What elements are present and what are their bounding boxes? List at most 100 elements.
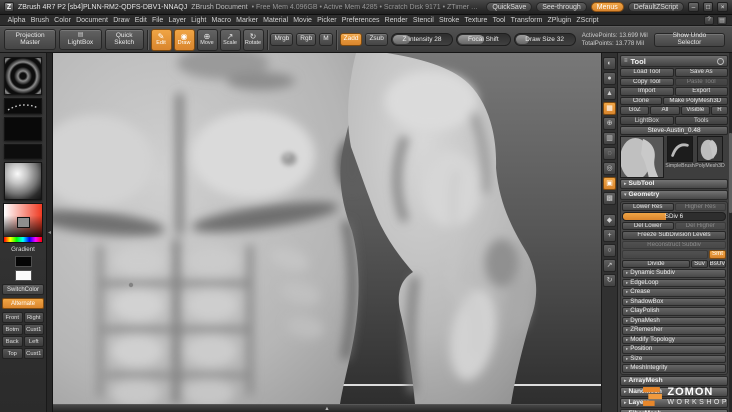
clone-button[interactable]: Clone (620, 96, 662, 105)
local-symmetry-icon[interactable]: ⊕ (603, 117, 616, 130)
subpalette-header[interactable]: ShadowBox (622, 297, 726, 306)
subtool-section-header[interactable]: SubTool (620, 178, 728, 189)
move-mode-button[interactable]: ⊕ Move (196, 28, 218, 51)
subpalette-header[interactable]: Size (622, 354, 726, 363)
make-polymesh3d-button[interactable]: Make PolyMesh3D (662, 96, 728, 105)
copy-tool-button[interactable]: Copy Tool (620, 77, 674, 86)
menu-item[interactable]: Material (261, 17, 291, 24)
menu-item[interactable]: Picker (315, 17, 340, 24)
transparency-icon[interactable]: ▥ (603, 132, 616, 145)
view-button[interactable]: Left (23, 336, 44, 347)
projection-master-button[interactable]: Projection Master (4, 29, 57, 50)
higher-res-button[interactable]: Higher Res (674, 202, 726, 211)
subpalette-header[interactable]: ZRemesher (622, 326, 726, 335)
menu-item[interactable]: ZPlugin (545, 17, 574, 24)
lower-res-button[interactable]: Lower Res (622, 202, 674, 211)
load-tool-button[interactable]: Load Tool (620, 68, 674, 77)
rotate-mode-button[interactable]: ↻ Rotate (242, 28, 264, 51)
tool-palette-header[interactable]: ≡ Tool (620, 55, 728, 67)
secondary-color-swatch[interactable] (14, 256, 32, 267)
view-button[interactable]: Right (23, 312, 44, 323)
color-picker[interactable] (3, 203, 43, 243)
smt-toggle[interactable]: Smt (709, 250, 726, 259)
show-undo-selector-button[interactable]: Show Undo Selector (653, 32, 726, 47)
paste-tool-button[interactable]: Paste Tool (674, 77, 728, 86)
menu-item[interactable]: Movie (291, 17, 315, 24)
zsub-button[interactable]: Zsub (365, 33, 388, 46)
import-button[interactable]: Import (620, 87, 674, 96)
mrgb-button[interactable]: Mrgb (270, 33, 294, 46)
ghost-icon[interactable]: ◌ (603, 147, 616, 160)
solo-icon[interactable]: ◎ (603, 162, 616, 175)
recent-tool-polymesh3d[interactable] (697, 135, 723, 162)
silhouette-icon[interactable]: ◆ (603, 214, 616, 227)
geometry-section-header[interactable]: Geometry (620, 189, 728, 200)
menu-item[interactable]: Preferences (339, 17, 382, 24)
switch-color-button[interactable]: SwitchColor (2, 284, 44, 295)
menu-item[interactable]: Draw (111, 17, 133, 24)
menu-item[interactable]: ZScript (574, 17, 601, 24)
alternate-button[interactable]: Alternate (2, 298, 44, 309)
hue-strip[interactable] (4, 237, 42, 242)
scale-doc-icon[interactable]: ↗ (603, 259, 616, 272)
menu-item[interactable]: Stencil (410, 17, 436, 24)
rgb-button[interactable]: Rgb (296, 33, 317, 46)
layout-icon[interactable]: ▤ (717, 15, 727, 25)
frame-icon[interactable]: ▣ (603, 177, 616, 190)
scale-mode-button[interactable]: ↗ Scale (219, 28, 241, 51)
subpalette-header[interactable]: Modify Topology (622, 335, 726, 344)
minimize-button[interactable]: – (688, 2, 699, 12)
quick-sketch-button[interactable]: Quick Sketch (104, 29, 144, 50)
default-zscript-button[interactable]: DefaultZScript (627, 2, 685, 12)
menu-item[interactable]: Layer (166, 17, 189, 24)
close-button[interactable]: × (717, 2, 729, 12)
menu-item[interactable]: Transform (508, 17, 545, 24)
menu-item[interactable]: Stroke (436, 17, 461, 24)
focal-shift-slider[interactable]: Focal Shift (456, 33, 511, 46)
current-material-thumbnail[interactable] (4, 162, 42, 200)
lightbox-path-target[interactable]: Tools (674, 115, 728, 125)
zadd-button[interactable]: Zadd (339, 33, 363, 46)
maximize-button[interactable]: □ (702, 2, 714, 12)
recent-tool-simplebrush[interactable] (667, 135, 693, 162)
zoom-doc-icon[interactable]: ○ (603, 244, 616, 257)
palette-section-header[interactable]: FiberMesh (620, 408, 728, 412)
menu-item[interactable]: Render (382, 17, 410, 24)
save-as-button[interactable]: Save As (674, 68, 728, 77)
goz-visible-button[interactable]: Visible (680, 106, 710, 115)
document-canvas[interactable] (53, 53, 601, 404)
help-icon[interactable]: ? (704, 15, 714, 25)
menu-item[interactable]: Color (52, 17, 74, 24)
subpalette-header[interactable]: Dynamic Subdiv (622, 269, 726, 278)
subpalette-header[interactable]: MeshIntegrity (622, 364, 726, 373)
view-button[interactable]: Cust1 (23, 324, 44, 335)
divide-button[interactable]: Divide (622, 259, 690, 268)
menu-item[interactable]: Light (189, 17, 209, 24)
lightbox-path-label[interactable]: LightBox (620, 115, 674, 125)
export-button[interactable]: Export (674, 87, 728, 96)
subpalette-header[interactable]: Position (622, 345, 726, 354)
perspective-icon[interactable]: ▲ (603, 87, 616, 100)
z-intensity-slider[interactable]: Z Intensity 28 (390, 33, 454, 46)
menu-item[interactable]: File (149, 17, 165, 24)
rotate-view-icon[interactable]: ↻ (603, 274, 616, 287)
polyframe-icon[interactable]: ▩ (603, 192, 616, 205)
current-brush-thumbnail[interactable] (4, 57, 42, 95)
goz-button[interactable]: GoZ (620, 106, 650, 115)
primary-color-swatch[interactable] (14, 270, 32, 281)
subpalette-header[interactable]: Crease (622, 288, 726, 297)
subpalette-header[interactable]: DynaMesh (622, 316, 726, 325)
draw-size-slider[interactable]: Draw Size 32 (513, 33, 576, 46)
suv-toggle[interactable]: Suv (691, 259, 708, 268)
view-button[interactable]: Cust1 (23, 348, 44, 359)
subpalette-header[interactable]: EdgeLoop (622, 278, 726, 287)
bpr-render-icon[interactable]: ◐ (603, 57, 616, 70)
draw-mode-button[interactable]: ◉ Draw (173, 28, 195, 51)
menu-item[interactable]: Edit (132, 17, 149, 24)
reconstruct-subdiv-button[interactable]: Reconstruct Subdiv (622, 240, 726, 249)
current-tool-name[interactable]: Steve-Austin_0.48 (620, 125, 728, 135)
view-button[interactable]: Back (2, 336, 23, 347)
floor-grid-icon[interactable]: ▦ (603, 102, 616, 115)
bsuv-toggle[interactable]: BsUV (709, 259, 726, 268)
menu-item[interactable]: Macro (209, 17, 234, 24)
